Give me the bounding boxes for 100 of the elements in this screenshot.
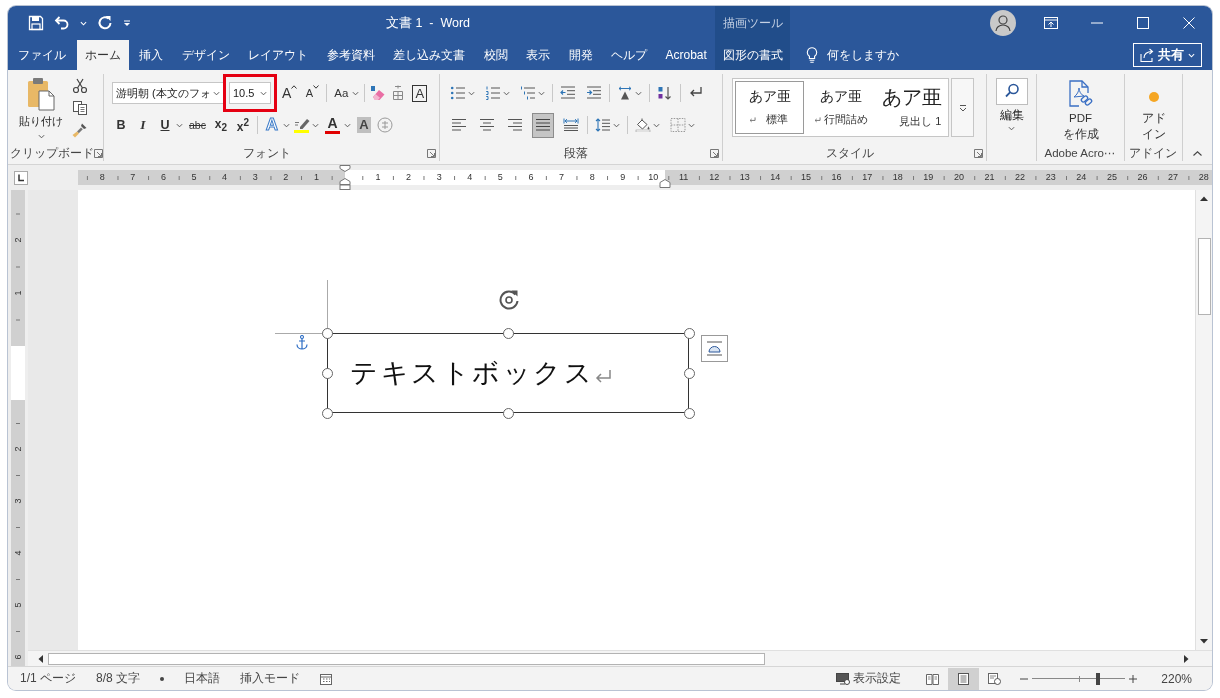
- ribbon-tab[interactable]: デザイン: [173, 40, 238, 70]
- ribbon-tab[interactable]: 表示: [518, 40, 558, 70]
- zoom-out-icon[interactable]: [1020, 677, 1029, 680]
- caret-icon[interactable]: [176, 122, 183, 128]
- macro-recording-icon[interactable]: [320, 672, 333, 685]
- shrink-font-button[interactable]: A: [303, 82, 322, 104]
- subscript-button[interactable]: x$_{2}$: [211, 114, 230, 136]
- caret-icon[interactable]: [282, 122, 290, 128]
- sort-icon[interactable]: [657, 86, 673, 100]
- caret-icon[interactable]: [688, 122, 695, 128]
- border-grid-icon[interactable]: [670, 118, 686, 132]
- language-status[interactable]: 日本語: [184, 670, 221, 687]
- text-layout-icon[interactable]: [617, 86, 633, 100]
- underline-button[interactable]: U: [156, 114, 174, 136]
- caret-icon[interactable]: [613, 122, 620, 128]
- resize-handle[interactable]: [321, 407, 333, 419]
- caret-icon[interactable]: [635, 90, 642, 96]
- indent-marker-icon[interactable]: [339, 165, 351, 190]
- font-color-button[interactable]: A: [322, 114, 342, 136]
- caret-icon[interactable]: [503, 90, 510, 96]
- numbered-list-icon[interactable]: [485, 86, 501, 100]
- copy-icon[interactable]: [72, 100, 88, 116]
- ribbon-tab[interactable]: 図形の書式: [715, 40, 790, 70]
- paint-bucket-icon[interactable]: [635, 118, 651, 132]
- ribbon-tab[interactable]: ファイル: [10, 40, 74, 70]
- ribbon-tab[interactable]: ホーム: [76, 40, 129, 70]
- resize-handle[interactable]: [683, 367, 695, 379]
- scroll-up-icon[interactable]: [1200, 196, 1208, 201]
- scroll-right-icon[interactable]: [1184, 654, 1189, 663]
- character-border-button[interactable]: A: [410, 82, 430, 104]
- ribbon-tab[interactable]: ヘルプ: [603, 40, 655, 70]
- undo-icon[interactable]: [54, 15, 70, 31]
- ribbon-tab[interactable]: 校閲: [475, 40, 516, 70]
- right-indent-marker-icon[interactable]: [659, 179, 671, 188]
- resize-handle[interactable]: [502, 407, 514, 419]
- create-pdf-button[interactable]: PDF を作成: [1062, 80, 1099, 145]
- paste-button[interactable]: 貼り付け: [18, 77, 64, 145]
- decrease-indent-icon[interactable]: [560, 86, 576, 100]
- bullet-list-icon[interactable]: [450, 86, 466, 100]
- strikethrough-button[interactable]: abc: [187, 114, 208, 136]
- ribbon-tab[interactable]: 差し込み文書: [385, 40, 473, 70]
- eraser-icon[interactable]: [370, 85, 387, 101]
- close-icon[interactable]: [1183, 17, 1195, 29]
- dialog-launcher-icon[interactable]: [710, 148, 719, 158]
- caret-icon[interactable]: [311, 122, 319, 128]
- share-button[interactable]: 共有: [1133, 43, 1202, 67]
- zoom-in-icon[interactable]: [1129, 674, 1138, 683]
- increase-indent-icon[interactable]: [586, 86, 602, 100]
- user-avatar-icon[interactable]: [990, 10, 1016, 36]
- style-item[interactable]: あア亜 標準: [735, 81, 804, 134]
- customize-icon[interactable]: [123, 19, 131, 27]
- vertical-scrollbar[interactable]: [1195, 190, 1212, 650]
- multilevel-list-icon[interactable]: [520, 86, 536, 100]
- italic-button[interactable]: I: [134, 114, 152, 136]
- resize-handle[interactable]: [321, 327, 333, 339]
- tell-me-search[interactable]: 何をしますか: [806, 40, 899, 70]
- scroll-down-icon[interactable]: [1200, 639, 1208, 644]
- paintbrush-icon[interactable]: [72, 122, 88, 138]
- style-item[interactable]: あア亜 行間詰め: [806, 81, 875, 134]
- caret-icon[interactable]: [538, 90, 545, 96]
- chevron-up-icon[interactable]: [1193, 151, 1202, 156]
- display-settings-button[interactable]: 表示設定: [836, 670, 902, 687]
- ribbon-tab[interactable]: 開発: [560, 40, 601, 70]
- input-mode-status[interactable]: 挿入モード: [240, 670, 301, 687]
- ribbon-display-icon[interactable]: [1044, 17, 1058, 29]
- resize-handle[interactable]: [502, 327, 514, 339]
- horizontal-scrollbar[interactable]: [28, 650, 1212, 666]
- resize-handle[interactable]: [321, 367, 333, 379]
- caret-icon[interactable]: [653, 122, 660, 128]
- zoom-slider-thumb[interactable]: [1096, 672, 1101, 685]
- alignment-button[interactable]: [532, 112, 554, 138]
- resize-handle[interactable]: [683, 327, 695, 339]
- grow-font-button[interactable]: A: [280, 82, 300, 104]
- dialog-launcher-icon[interactable]: [94, 148, 103, 158]
- scroll-thumb[interactable]: [1197, 238, 1211, 315]
- page-count[interactable]: 1/1 ページ: [20, 670, 76, 687]
- add-ins-button[interactable]: アド イン: [1141, 80, 1166, 145]
- word-count[interactable]: 8/8 文字: [96, 670, 141, 687]
- scroll-left-icon[interactable]: [38, 654, 43, 663]
- highlighter-icon[interactable]: [293, 117, 310, 129]
- layout-options-icon[interactable]: [701, 335, 728, 362]
- maximize-icon[interactable]: [1137, 17, 1149, 29]
- redo-icon[interactable]: [97, 15, 113, 31]
- ribbon-tab[interactable]: Acrobat: [657, 40, 715, 70]
- change-case-button[interactable]: Aa: [332, 82, 351, 104]
- tab-stop-icon[interactable]: [14, 170, 28, 185]
- resize-handle[interactable]: [683, 407, 695, 419]
- zoom-level[interactable]: 220%: [1161, 671, 1192, 686]
- editing-button[interactable]: 編集: [995, 78, 1028, 145]
- caret-icon[interactable]: [352, 90, 360, 96]
- dialog-launcher-icon[interactable]: [974, 148, 983, 158]
- ribbon-tab[interactable]: レイアウト: [240, 40, 316, 70]
- line-spacing-icon[interactable]: [595, 118, 611, 132]
- ribbon-tab[interactable]: 挿入: [131, 40, 171, 70]
- style-item[interactable]: あア亜 見出し 1: [877, 81, 946, 134]
- font-size-dropdown[interactable]: 10.5: [229, 82, 271, 104]
- bold-button[interactable]: B: [112, 114, 130, 136]
- caret-icon[interactable]: [343, 122, 351, 128]
- character-shading-button[interactable]: A: [354, 114, 373, 136]
- superscript-button[interactable]: x$^{2}$: [233, 114, 252, 136]
